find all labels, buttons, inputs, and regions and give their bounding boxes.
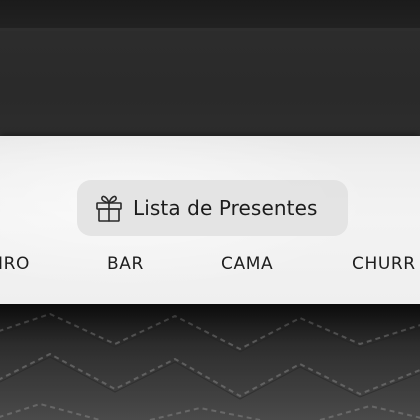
fabric-photo [0, 304, 420, 420]
browser-top-bar [0, 0, 420, 30]
category-item-churr[interactable]: CHURR [352, 254, 416, 274]
gift-list-button[interactable]: Lista de Presentes [77, 180, 348, 236]
dark-background-band [0, 31, 420, 138]
quilted-fabric-texture [0, 304, 420, 420]
category-item[interactable]: IRO [0, 254, 30, 274]
category-item-cama[interactable]: CAMA [221, 254, 273, 274]
gift-icon [94, 193, 124, 223]
page: Lista de Presentes IRO BAR CAMA CHURR [0, 0, 420, 420]
gift-list-label: Lista de Presentes [133, 196, 318, 220]
category-nav: IRO BAR CAMA CHURR [0, 254, 420, 284]
category-item-bar[interactable]: BAR [107, 254, 144, 274]
